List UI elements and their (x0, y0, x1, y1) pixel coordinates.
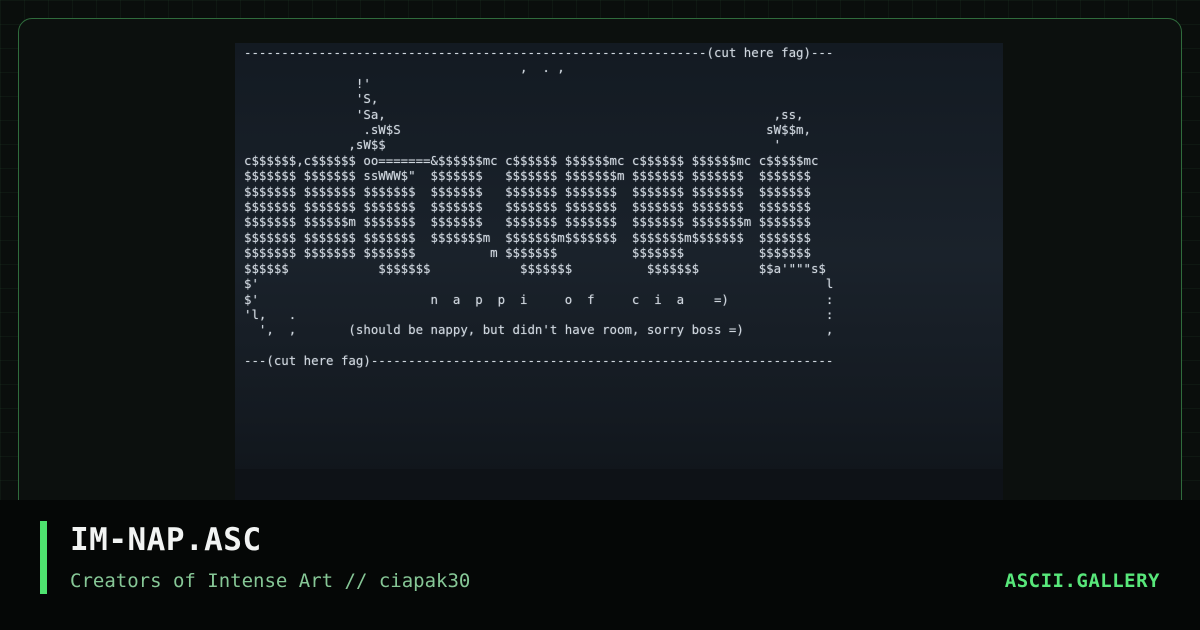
art-subtitle: Creators of Intense Art // ciapak30 (70, 570, 471, 592)
accent-bar (40, 521, 47, 594)
ascii-art-preview: ----------------------------------------… (235, 43, 1003, 519)
ascii-art-text: ----------------------------------------… (244, 45, 834, 369)
site-brand[interactable]: ASCII.GALLERY (1005, 568, 1160, 594)
art-title: IM-NAP.ASC (70, 522, 262, 558)
footer-bar: IM-NAP.ASC Creators of Intense Art // ci… (0, 500, 1200, 630)
